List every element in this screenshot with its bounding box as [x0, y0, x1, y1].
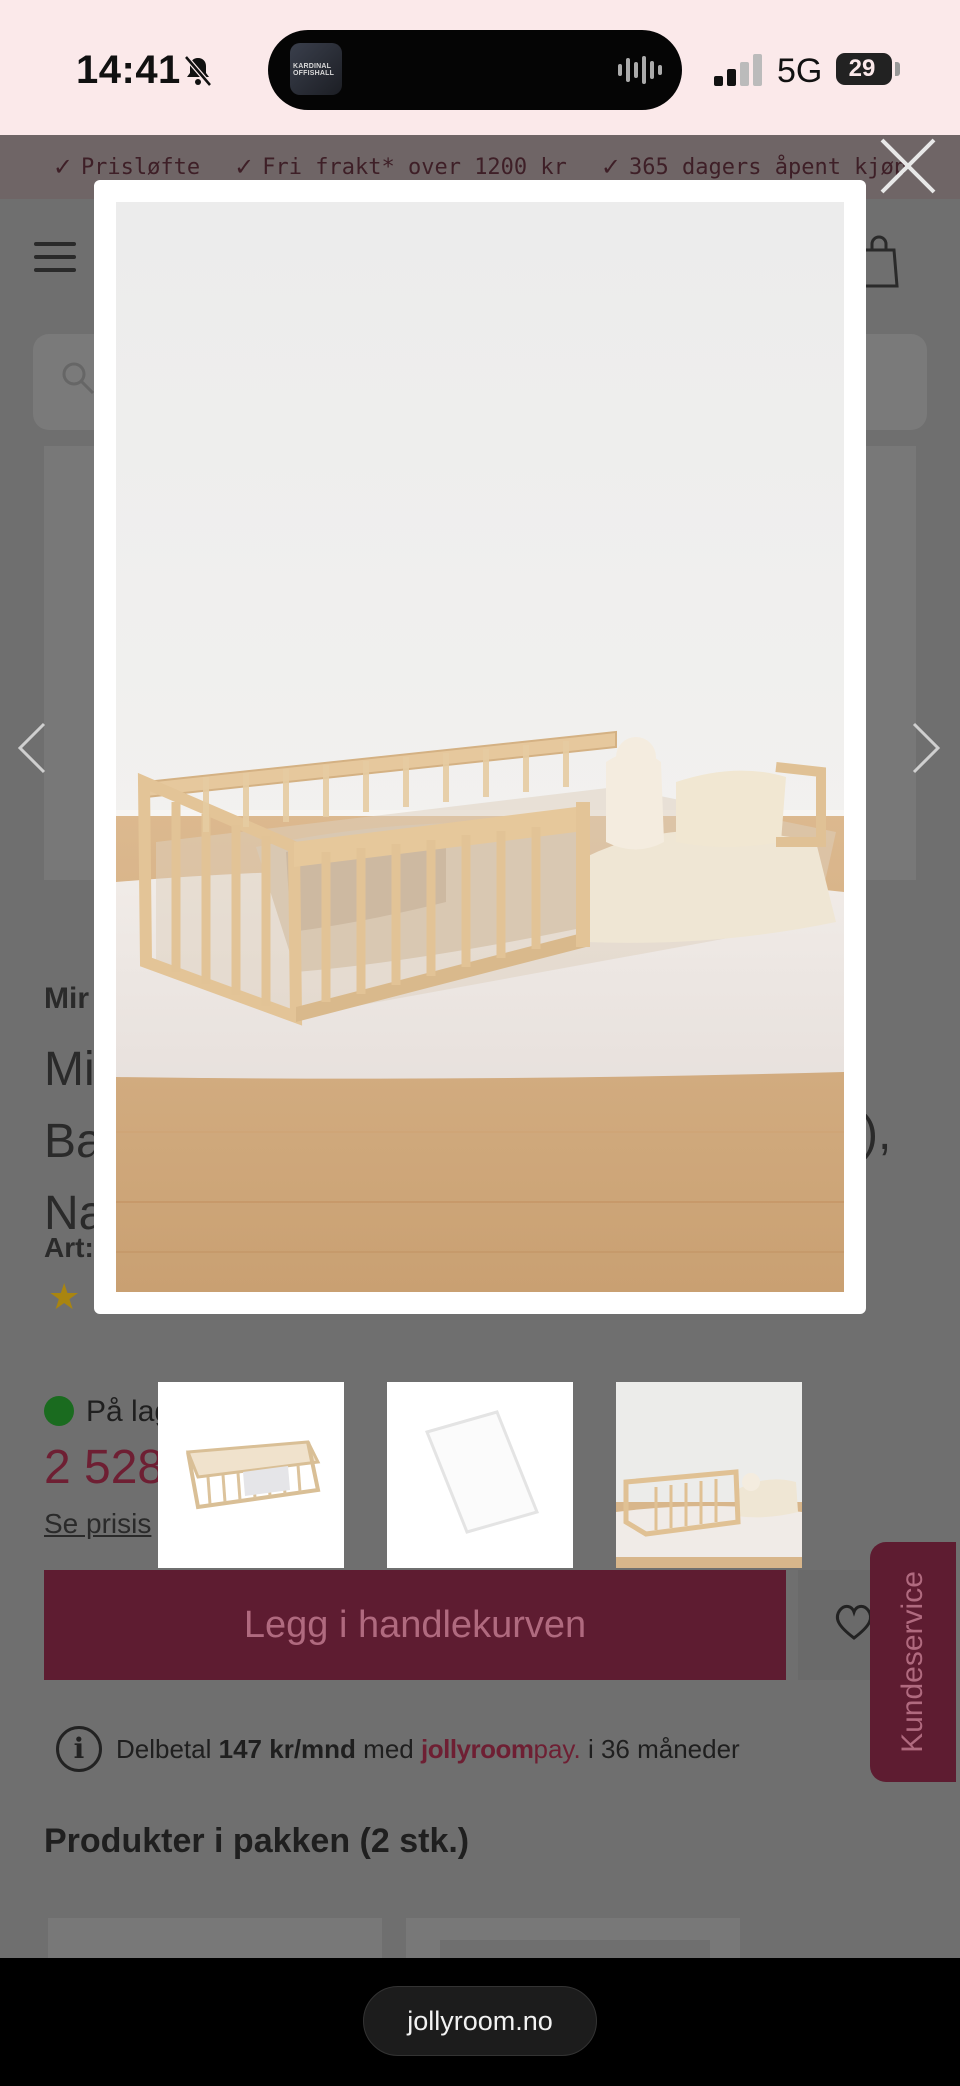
price-history-link[interactable]: Se prisis: [44, 1508, 151, 1540]
promo-label: Fri frakt* over 1200 kr: [262, 154, 567, 180]
close-icon[interactable]: [878, 136, 938, 196]
image-lightbox: [94, 180, 866, 1314]
add-to-cart-button[interactable]: Legg i handlekurven: [44, 1570, 786, 1680]
check-icon: ✓: [234, 153, 255, 181]
customer-service-label: Kundeservice: [896, 1571, 929, 1753]
pay-amount: 147 kr/mnd: [218, 1734, 356, 1764]
package-product-image: [440, 1940, 710, 1958]
battery-tip: [895, 62, 900, 76]
dynamic-island[interactable]: KARDINAL OFFISHALL: [268, 30, 682, 110]
product-brand[interactable]: Mir: [44, 982, 89, 1016]
thumbnail-floor-bed-with-bedding[interactable]: [616, 1382, 802, 1568]
pay-suffix: i 36 måneder: [587, 1734, 740, 1764]
pay-logo-suffix: pay.: [533, 1734, 581, 1764]
promo-item: ✓ Fri frakt* over 1200 kr: [234, 153, 567, 181]
artwork-text: KARDINAL OFFISHALL: [293, 63, 335, 77]
search-icon: [62, 362, 95, 395]
network-type: 5G: [777, 52, 823, 90]
info-icon[interactable]: i: [56, 1726, 102, 1772]
thumbnail-floor-bed-frame[interactable]: [158, 1382, 344, 1568]
promo-item: ✓ 365 dagers åpent kjøp: [601, 153, 907, 181]
chevron-right-icon[interactable]: [910, 720, 944, 776]
title-fragment: ),: [862, 1107, 892, 1160]
promo-item: ✓ Prisløfte: [53, 153, 200, 181]
check-icon: ✓: [600, 153, 622, 181]
url-bar[interactable]: jollyroom.no: [363, 1986, 597, 2056]
customer-service-tab[interactable]: Kundeservice: [870, 1542, 956, 1782]
article-number: Art:: [44, 1232, 94, 1263]
installment-info: Delbetal 147 kr/mnd med jollyroompay. i …: [116, 1734, 740, 1765]
status-time: 14:41: [76, 48, 181, 92]
menu-icon[interactable]: [34, 242, 76, 272]
check-icon: ✓: [52, 153, 73, 181]
thumbnail-white-mattress[interactable]: [387, 1382, 573, 1568]
audio-waveform-icon: [618, 56, 662, 84]
jollyroom-pay-logo: jollyroom: [420, 1734, 534, 1764]
battery-level: 29: [848, 55, 876, 82]
battery-icon: 29: [836, 53, 892, 85]
promo-label: 365 dagers åpent kjøp: [629, 154, 908, 180]
bell-slash-icon: [184, 55, 212, 87]
pay-middle: med: [363, 1734, 414, 1764]
promo-label: Prisløfte: [80, 154, 201, 180]
cellular-signal-icon: [714, 54, 762, 86]
star-icon[interactable]: ★: [48, 1276, 80, 1318]
status-bar: 14:41 KARDINAL OFFISHALL 5G 29: [0, 0, 960, 135]
now-playing-artwork[interactable]: KARDINAL OFFISHALL: [290, 43, 342, 95]
chevron-left-icon[interactable]: [14, 720, 48, 776]
package-product-card[interactable]: [48, 1918, 382, 1958]
stock-status-dot: [44, 1396, 74, 1426]
product-photo-large[interactable]: [116, 202, 844, 1292]
product-price: 2 528: [44, 1441, 165, 1494]
pay-prefix: Delbetal: [116, 1734, 212, 1764]
package-heading: Produkter i pakken (2 stk.): [44, 1822, 470, 1860]
